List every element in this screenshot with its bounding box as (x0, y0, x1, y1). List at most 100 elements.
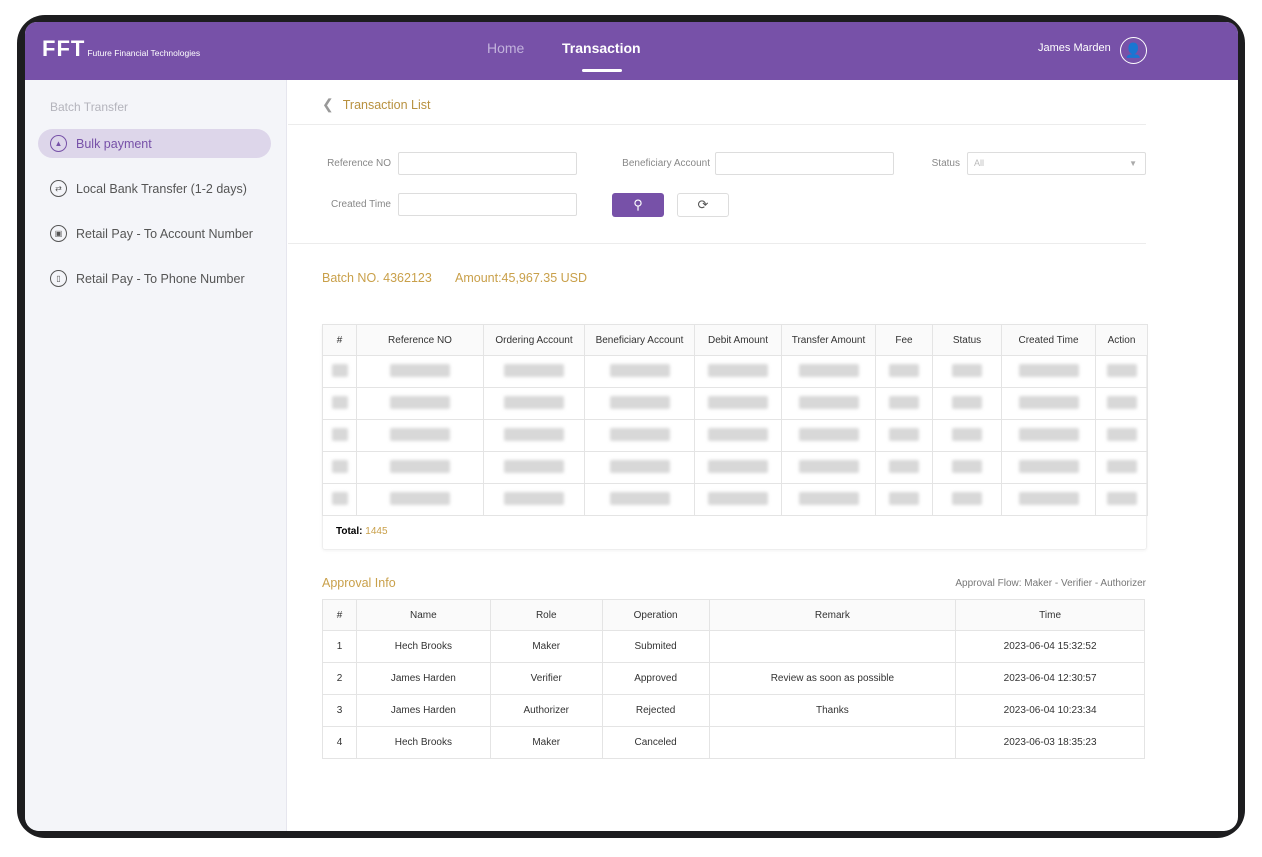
breadcrumb[interactable]: ❮ Transaction List (322, 96, 431, 113)
table-cell (483, 483, 585, 516)
redacted-value (331, 459, 348, 473)
beneficiary-input[interactable] (715, 152, 894, 175)
status-label: Status (931, 158, 960, 169)
table-cell (356, 419, 484, 452)
table-cell: Submited (601, 630, 710, 663)
table-cell (322, 419, 357, 452)
created-time-input[interactable] (398, 193, 577, 216)
redacted-value (609, 427, 670, 441)
table-cell (356, 387, 484, 420)
redacted-value (609, 491, 670, 505)
table-cell (1001, 483, 1096, 516)
refresh-icon: ⟳ (697, 197, 709, 212)
search-button[interactable]: ⚲ (612, 193, 664, 217)
created-time-label: Created Time (330, 199, 391, 210)
table-cell (356, 483, 484, 516)
table-cell (694, 451, 782, 484)
table-cell (1095, 387, 1148, 420)
table-cell: James Harden (355, 662, 491, 695)
table-cell (708, 726, 957, 759)
table-cell (932, 387, 1002, 420)
table-cell (781, 355, 876, 388)
table-row: 4 Hech Brooks Maker Canceled 2023-06-03 18:3… (322, 726, 1145, 759)
caret-down-icon: ▼ (1129, 159, 1137, 168)
table-cell (584, 451, 695, 484)
batch-table-card: # Reference NO Ordering Account Beneficiary… (322, 324, 1148, 550)
table-cell (1095, 355, 1148, 388)
table-cell (875, 419, 933, 452)
transfer-icon: ⇄ (50, 180, 67, 197)
table-cell (1001, 419, 1096, 452)
table-cell (875, 451, 933, 484)
table-cell (322, 483, 357, 516)
column-header: Beneficiary Account (584, 324, 695, 356)
table-cell (932, 355, 1002, 388)
redacted-value (504, 491, 564, 505)
redacted-value (1106, 363, 1137, 377)
redacted-value (504, 363, 564, 377)
table-row[interactable] (322, 419, 1148, 452)
logo: FFT Future Financial Technologies (42, 36, 201, 61)
table-cell (584, 355, 695, 388)
column-header: Remark (708, 599, 957, 631)
column-header: # (322, 324, 357, 356)
table-cell (875, 387, 933, 420)
redacted-value (889, 491, 919, 505)
redacted-value (798, 395, 859, 409)
column-header: Action (1095, 324, 1148, 356)
redacted-value (708, 459, 768, 473)
sidebar-item-local-bank-transfer[interactable]: ⇄ Local Bank Transfer (1-2 days) (38, 174, 271, 203)
table-row[interactable] (322, 483, 1148, 516)
app-screen: FFT Future Financial Technologies Home Tr… (25, 22, 1238, 831)
beneficiary-label: Beneficiary Account (622, 158, 710, 169)
sidebar-item-label: Local Bank Transfer (1-2 days) (76, 181, 247, 196)
column-header: Status (932, 324, 1002, 356)
total-label: Total: (336, 526, 363, 537)
table-row[interactable] (322, 451, 1148, 484)
avatar-icon[interactable]: 👤 (1120, 37, 1147, 64)
sidebar-item-retail-account[interactable]: ▣ Retail Pay - To Account Number (38, 219, 271, 248)
divider (288, 124, 1146, 125)
table-cell (1095, 483, 1148, 516)
status-select[interactable]: All ▼ (967, 152, 1146, 175)
reset-button[interactable]: ⟳ (677, 193, 729, 217)
column-header: Fee (875, 324, 933, 356)
redacted-value (331, 395, 348, 409)
table-cell: Approved (601, 662, 710, 695)
column-header: Created Time (1001, 324, 1096, 356)
table-row[interactable] (322, 355, 1148, 388)
reference-input[interactable] (398, 152, 577, 175)
user-name[interactable]: James Marden (1038, 42, 1111, 54)
table-cell (932, 451, 1002, 484)
column-header: Transfer Amount (781, 324, 876, 356)
redacted-value (889, 459, 919, 473)
table-cell: Verifier (489, 662, 603, 695)
sidebar-item-retail-phone[interactable]: ▯ Retail Pay - To Phone Number (38, 264, 271, 293)
chevron-left-icon: ❮ (322, 96, 334, 112)
redacted-value (390, 459, 450, 473)
nav-home[interactable]: Home (487, 40, 524, 56)
sidebar-item-bulk-payment[interactable]: ▲ Bulk payment (38, 129, 271, 158)
table-cell (781, 419, 876, 452)
table-cell (322, 355, 357, 388)
table-row[interactable] (322, 387, 1148, 420)
table-cell (584, 387, 695, 420)
phone-icon: ▯ (50, 270, 67, 287)
top-header: FFT Future Financial Technologies Home Tr… (25, 22, 1238, 80)
column-header: Time (955, 599, 1145, 631)
redacted-value (609, 363, 670, 377)
reference-label: Reference NO (327, 158, 391, 169)
redacted-value (889, 395, 919, 409)
redacted-value (1018, 395, 1079, 409)
redacted-value (1018, 363, 1079, 377)
nav-transaction[interactable]: Transaction (562, 40, 641, 56)
approval-table: # Name Role Operation Remark Time 1 Hech Brooks… (322, 599, 1145, 759)
redacted-value (609, 395, 670, 409)
redacted-value (1106, 491, 1137, 505)
approval-title: Approval Info (322, 576, 396, 590)
redacted-value (952, 491, 982, 505)
batch-table: # Reference NO Ordering Account Beneficiary… (322, 324, 1148, 516)
sidebar-item-label: Bulk payment (76, 136, 152, 151)
table-cell: Maker (489, 630, 603, 663)
table-cell: 2023-06-04 10:23:34 (955, 694, 1145, 727)
